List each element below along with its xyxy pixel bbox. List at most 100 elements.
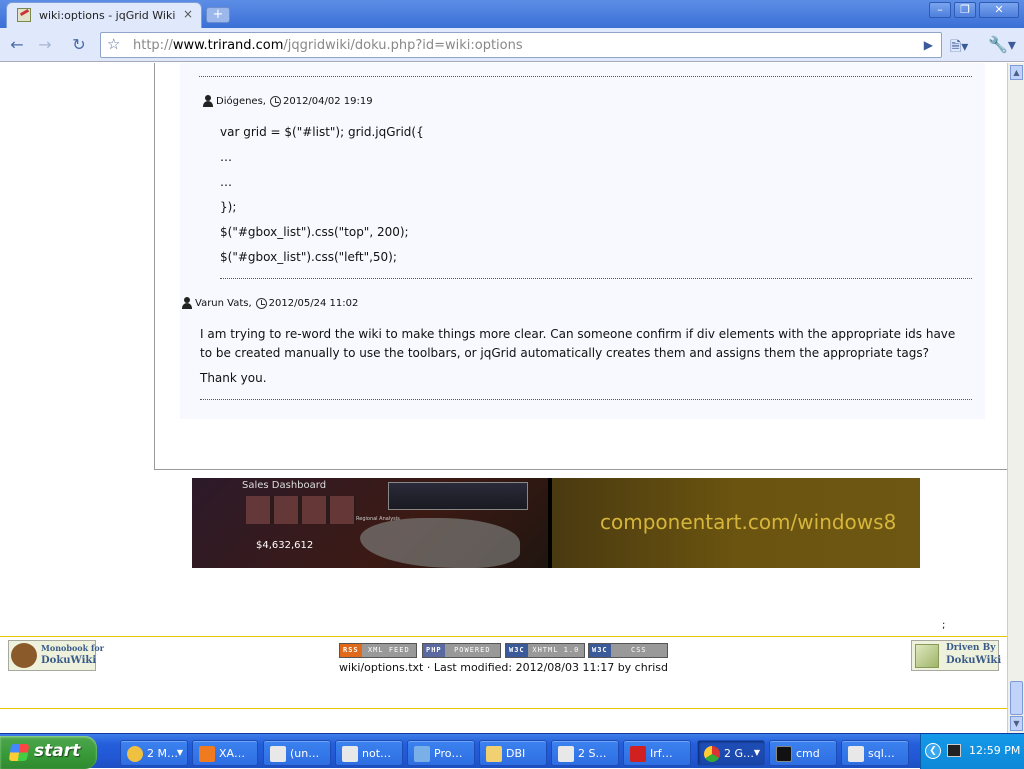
taskbar-button[interactable]: DBI xyxy=(479,740,547,766)
taskbar-button[interactable]: Pro… xyxy=(407,740,475,766)
taskbar-label: not… xyxy=(362,747,392,760)
user-icon xyxy=(202,95,214,107)
minimize-button[interactable]: – xyxy=(929,2,951,18)
comment-date: 2012/05/24 11:02 xyxy=(268,297,359,309)
bookmark-star-icon[interactable]: ☆ xyxy=(107,35,120,53)
badge-left: PHP xyxy=(423,644,445,657)
taskbar-label: (un… xyxy=(290,747,320,760)
email-app-icon xyxy=(127,746,143,762)
comment-author: Varun Vats, xyxy=(195,297,252,309)
comment-paragraph: I am trying to re-word the wiki to make … xyxy=(200,327,956,360)
comment-separator xyxy=(199,76,972,77)
vertical-scrollbar[interactable]: ▲ ▼ xyxy=(1007,63,1024,733)
comment-line: … xyxy=(220,175,232,189)
taskbar-button[interactable]: not… xyxy=(335,740,403,766)
monobook-logo-line1: Monobook for xyxy=(41,643,104,653)
browser-toolbar: ← → ↻ ☆ http://www.trirand.com/jqgridwik… xyxy=(0,28,1024,62)
taskbar-button[interactable]: XA… xyxy=(192,740,258,766)
monitor-icon[interactable] xyxy=(947,744,961,757)
wrench-menu-icon[interactable]: 🔧▾ xyxy=(988,35,1016,54)
comment-separator xyxy=(200,399,972,400)
close-window-button[interactable]: ✕ xyxy=(979,2,1019,18)
badge-right: POWERED xyxy=(444,644,500,657)
taskbar-button[interactable]: 2 G… ▼ xyxy=(697,740,765,766)
chevron-down-icon: ▼ xyxy=(176,748,183,757)
taskbar-label: Pro… xyxy=(434,747,463,760)
badge-right: XHTML 1.0 xyxy=(527,644,584,657)
banner-total-value: $4,632,612 xyxy=(256,540,314,551)
reload-button[interactable]: ↻ xyxy=(68,35,90,55)
banner-line-chart xyxy=(388,482,528,510)
php-badge[interactable]: PHP POWERED xyxy=(422,643,501,658)
comment-line: $("#gbox_list").css("top", 200); xyxy=(220,225,409,239)
banner-map-title: Regional Analysis xyxy=(356,516,400,522)
xhtml-badge[interactable]: W3C XHTML 1.0 xyxy=(505,643,585,658)
comment-author: Diógenes, xyxy=(216,95,266,107)
comment-date: 2012/04/02 19:19 xyxy=(282,95,373,107)
clock-icon xyxy=(269,95,281,107)
notepad-icon xyxy=(342,746,358,762)
banner-caption: componentart.com/windows8 xyxy=(600,510,897,534)
show-hidden-icons-icon[interactable]: ❮ xyxy=(925,743,941,759)
last-modified-text: wiki/options.txt · Last modified: 2012/0… xyxy=(339,661,668,674)
comment-line: $("#gbox_list").css("left",50); xyxy=(220,250,397,264)
taskbar-button[interactable]: (un… xyxy=(263,740,331,766)
badge-left: RSS xyxy=(340,644,362,657)
badge-left: W3C xyxy=(506,644,528,657)
rss-badge[interactable]: RSS XML FEED xyxy=(339,643,417,658)
css-badge[interactable]: W3C CSS xyxy=(588,643,668,658)
maximize-button[interactable]: ❐ xyxy=(954,2,976,18)
taskbar-button[interactable]: 2 M… ▼ xyxy=(120,740,188,766)
notepad-icon xyxy=(848,746,864,762)
scroll-up-arrow-icon[interactable]: ▲ xyxy=(1010,65,1023,80)
banner-tiles xyxy=(246,496,356,524)
taskbar-label: XA… xyxy=(219,747,246,760)
scroll-down-arrow-icon[interactable]: ▼ xyxy=(1010,716,1023,731)
system-clock[interactable]: 12:59 PM xyxy=(969,744,1020,757)
taskbar-label: sql… xyxy=(868,747,895,760)
address-bar[interactable]: ☆ http://www.trirand.com/jqgridwiki/doku… xyxy=(100,32,942,58)
start-button[interactable]: start xyxy=(0,736,97,769)
tab-title: wiki:options - jqGrid Wiki xyxy=(39,9,176,22)
start-label: start xyxy=(34,741,81,761)
badge-right: XML FEED xyxy=(361,644,416,657)
user-icon xyxy=(181,297,193,309)
taskbar-button[interactable]: cmd xyxy=(769,740,837,766)
footer-divider xyxy=(0,636,1007,637)
windows-flag-icon xyxy=(8,744,30,761)
forward-button[interactable]: → xyxy=(34,35,56,55)
badge-left: W3C xyxy=(589,644,611,657)
window-group-icon xyxy=(558,746,574,762)
taskbar-label: 2 M… xyxy=(147,747,178,760)
clock-icon xyxy=(255,297,267,309)
badge-right: CSS xyxy=(610,644,667,657)
taskbar-label: DBI xyxy=(506,747,526,760)
cmd-icon xyxy=(776,746,792,762)
taskbar-button[interactable]: Irf… xyxy=(623,740,691,766)
xampp-icon xyxy=(199,746,215,762)
advertisement-banner[interactable]: Sales Dashboard $4,632,612 Regional Anal… xyxy=(192,478,920,568)
comment-separator xyxy=(220,278,972,279)
system-tray: ❮ 12:59 PM xyxy=(920,734,1024,769)
chrome-icon xyxy=(704,746,720,762)
back-button[interactable]: ← xyxy=(6,35,28,55)
comment-paragraph: Thank you. xyxy=(200,371,267,385)
taskbar-button[interactable]: 2 S… xyxy=(551,740,619,766)
browser-tab[interactable]: wiki:options - jqGrid Wiki × xyxy=(6,2,202,28)
url-text[interactable]: http://www.trirand.com/jqgridwiki/doku.p… xyxy=(133,38,523,53)
taskbar-button[interactable]: sql… xyxy=(841,740,909,766)
program-icon xyxy=(414,746,430,762)
comment-meta: Varun Vats, 2012/05/24 11:02 xyxy=(181,297,358,309)
url-host: www.trirand.com xyxy=(172,38,284,53)
comment-line: … xyxy=(220,150,232,164)
page-menu-icon[interactable]: 🗎▾ xyxy=(950,36,968,60)
go-arrow-icon[interactable]: ▶ xyxy=(924,38,933,52)
browser-titlebar: wiki:options - jqGrid Wiki × + – ❐ ✕ xyxy=(0,0,1024,28)
scrollbar-thumb[interactable] xyxy=(1010,681,1023,715)
chevron-down-icon: ▼ xyxy=(753,748,760,757)
windows-taskbar: start 2 M… ▼ XA… (un… not… Pro… DBI 2 S…… xyxy=(0,733,1024,769)
wiki-content-box: Diógenes, 2012/04/02 19:19 var grid = $(… xyxy=(154,63,1007,470)
new-tab-button[interactable]: + xyxy=(206,7,230,23)
banner-world-map xyxy=(360,518,520,568)
tab-close-icon[interactable]: × xyxy=(183,7,193,21)
